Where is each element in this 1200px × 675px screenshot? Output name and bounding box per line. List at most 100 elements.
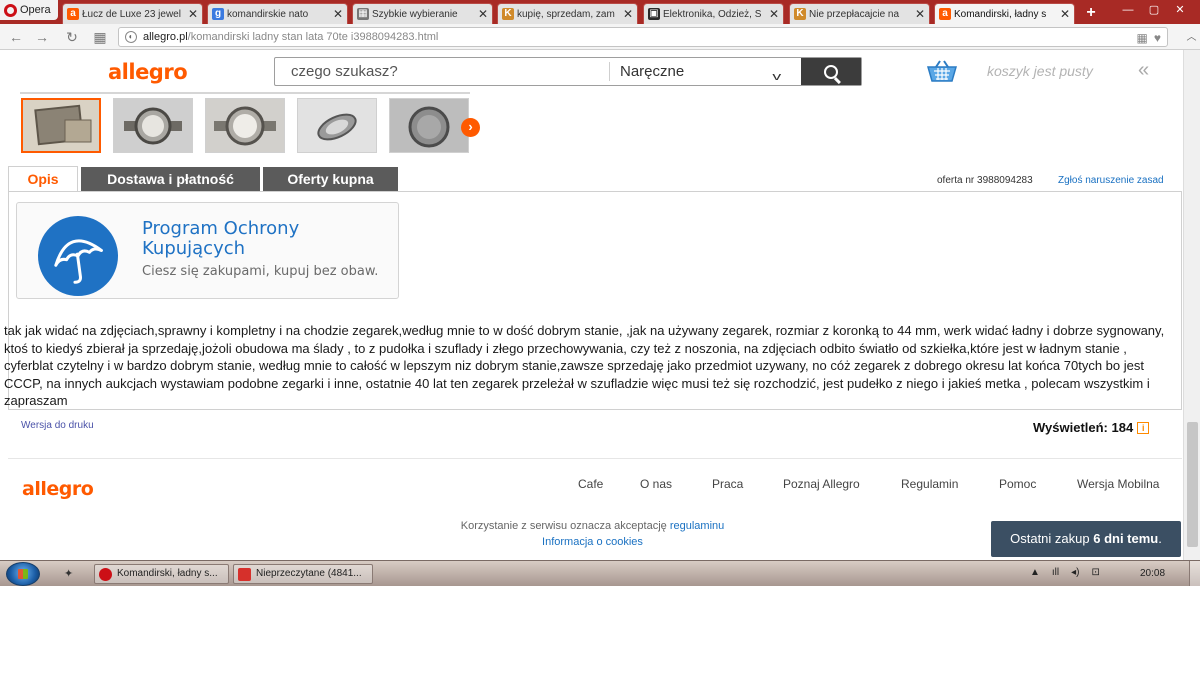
taskbar-item-browser[interactable]: Komandirski, ładny s...: [94, 564, 229, 584]
taskbar-item-mail[interactable]: Nieprzeczytane (4841...: [233, 564, 373, 584]
taskbar-item-mail-label: Nieprzeczytane (4841...: [256, 568, 362, 579]
terms-text: Korzystanie z serwisu oznacza akceptację: [460, 520, 667, 532]
speed-dial-icon[interactable]: ▦: [92, 29, 108, 45]
toast-highlight: 6 dni temu: [1093, 531, 1159, 546]
umbrella-icon: [54, 239, 103, 284]
footer-link-discover[interactable]: Poznaj Allegro: [783, 477, 860, 491]
google-favicon-icon: g: [212, 8, 224, 20]
new-tab-button[interactable]: +: [1083, 5, 1099, 21]
start-button[interactable]: [6, 562, 40, 586]
thumbnail-4[interactable]: [297, 98, 377, 153]
browser-tab-title: Szybkie wybieranie: [372, 8, 458, 20]
thumbnail-2[interactable]: [113, 98, 193, 153]
close-tab-icon[interactable]: ✕: [188, 7, 198, 21]
page-scrollbar[interactable]: [1183, 50, 1200, 560]
thumbnail-1[interactable]: [21, 98, 101, 153]
browser-tab[interactable]: Kkupię, sprzedam, zam ✕: [497, 3, 638, 24]
close-window-icon[interactable]: ✕: [1174, 4, 1186, 16]
close-tab-icon[interactable]: ✕: [333, 7, 343, 21]
next-thumbnails-button[interactable]: ›: [461, 118, 480, 137]
browser-tab[interactable]: K Nie przepłacajcie na ✕: [789, 3, 930, 24]
signal-strength-icon[interactable]: ıll: [1052, 567, 1059, 578]
taskbar-item-browser-label: Komandirski, ładny s...: [117, 568, 218, 579]
forward-icon[interactable]: →: [34, 29, 50, 45]
close-tab-icon[interactable]: ✕: [1060, 7, 1070, 21]
browser-tab[interactable]: a Łucz de Luxe 23 jewel ✕: [62, 3, 203, 24]
terms-link[interactable]: regulaminu: [670, 520, 724, 532]
close-tab-icon[interactable]: ✕: [915, 7, 925, 21]
info-icon[interactable]: i: [1137, 422, 1150, 434]
cart-status[interactable]: koszyk jest pusty: [987, 63, 1093, 79]
footer-link-cafe[interactable]: Cafe: [578, 477, 603, 491]
address-bar: ← → ↻ ▦ ◐ allegro.pl/komandirski ladny s…: [0, 24, 1200, 50]
reload-icon[interactable]: ↻: [64, 29, 80, 45]
gallery-divider: [20, 92, 470, 94]
browser-tab-title: Nie przepłacajcie na: [809, 8, 900, 20]
buyer-protection-subtitle: Ciesz się zakupami, kupuj bez obaw.: [142, 264, 379, 279]
classifieds-favicon-icon: K: [502, 8, 514, 20]
buyer-protection-title: Program Ochrony Kupujących: [142, 219, 342, 259]
maximize-window-icon[interactable]: ▢: [1148, 4, 1160, 16]
opera-menu-button[interactable]: Opera: [0, 0, 58, 20]
url-domain: allegro.pl: [143, 31, 188, 43]
search-button[interactable]: [801, 58, 861, 85]
volume-icon[interactable]: ◂): [1071, 567, 1079, 578]
show-desktop-button[interactable]: [1189, 561, 1200, 586]
footer-link-jobs[interactable]: Praca: [712, 477, 743, 491]
close-tab-icon[interactable]: ✕: [623, 7, 633, 21]
category-value: Naręczne: [620, 63, 685, 80]
footer-link-mobile[interactable]: Wersja Mobilna: [1077, 477, 1159, 491]
site-info-icon[interactable]: ◐: [125, 31, 137, 43]
opera-taskbar-icon: [99, 568, 112, 581]
footer-link-terms[interactable]: Regulamin: [901, 477, 958, 491]
toast-suffix: .: [1158, 531, 1162, 546]
last-purchase-toast[interactable]: Ostatni zakup 6 dni temu.: [991, 521, 1181, 557]
browser-tab-title: kupię, sprzedam, zam: [517, 8, 615, 20]
protection-title-line-1: Program Ochrony: [142, 218, 300, 239]
system-clock[interactable]: 20:08: [1140, 568, 1165, 579]
search-icon: [824, 64, 838, 79]
minimize-window-icon[interactable]: —: [1122, 4, 1134, 16]
print-version-link[interactable]: Wersja do druku: [21, 420, 94, 431]
basket-icon[interactable]: [926, 59, 958, 83]
page-tools-icon[interactable]: ▦: [1137, 31, 1148, 45]
browser-tab-title: komandirskie nato: [227, 8, 309, 20]
category-select[interactable]: Naręczne v: [610, 58, 793, 85]
thumbnail-5[interactable]: [389, 98, 469, 153]
offer-number: oferta nr 3988094283: [937, 175, 1033, 186]
footer-link-about[interactable]: O nas: [640, 477, 672, 491]
footer-allegro-logo[interactable]: allegro: [22, 478, 94, 500]
browser-tab-title: Łucz de Luxe 23 jewel: [82, 8, 181, 20]
buyer-protection-badge: [38, 216, 118, 296]
chevron-down-icon: v: [771, 71, 781, 83]
thumbnail-3[interactable]: [205, 98, 285, 153]
collapse-panel-icon[interactable]: «: [1138, 59, 1149, 82]
close-tab-icon[interactable]: ✕: [478, 7, 488, 21]
browser-tab[interactable]: g komandirskie nato ✕: [207, 3, 348, 24]
footer-link-help[interactable]: Pomoc: [999, 477, 1036, 491]
windows-taskbar: ✦ Komandirski, ładny s... Nieprzeczytane…: [0, 560, 1200, 586]
scroll-up-icon[interactable]: ︿: [1183, 28, 1200, 48]
scrollbar-thumb[interactable]: [1187, 422, 1198, 547]
tab-description[interactable]: Opis: [8, 166, 78, 192]
browser-tab[interactable]: a Komandirski, ładny s ✕: [934, 3, 1075, 24]
tab-purchase-offers[interactable]: Oferty kupna: [263, 167, 398, 191]
mail-taskbar-icon: [238, 568, 251, 581]
browser-tab-title: Komandirski, ładny s: [954, 8, 1047, 20]
quick-launch-icon[interactable]: ✦: [64, 567, 73, 580]
allegro-favicon-icon: a: [67, 8, 79, 20]
browser-tab[interactable]: ▣ Elektronika, Odzież, S ✕: [643, 3, 784, 24]
url-field[interactable]: ◐ allegro.pl/komandirski ladny stan lata…: [118, 27, 1168, 47]
footer-divider: [8, 458, 1182, 459]
report-violation-link[interactable]: Zgłoś naruszenie zasad: [1058, 175, 1164, 186]
classifieds-favicon-icon: K: [794, 8, 806, 20]
close-tab-icon[interactable]: ✕: [769, 7, 779, 21]
back-icon[interactable]: ←: [8, 29, 24, 45]
network-icon[interactable]: ⊡: [1092, 567, 1100, 578]
allegro-logo[interactable]: allegro: [108, 60, 188, 84]
search-input[interactable]: [275, 58, 608, 85]
bookmark-heart-icon[interactable]: ♥: [1154, 31, 1161, 45]
browser-tab[interactable]: ▦ Szybkie wybieranie ✕: [352, 3, 493, 24]
tab-delivery-payment[interactable]: Dostawa i płatność: [81, 167, 260, 191]
tray-expand-icon[interactable]: ▲: [1030, 567, 1040, 578]
